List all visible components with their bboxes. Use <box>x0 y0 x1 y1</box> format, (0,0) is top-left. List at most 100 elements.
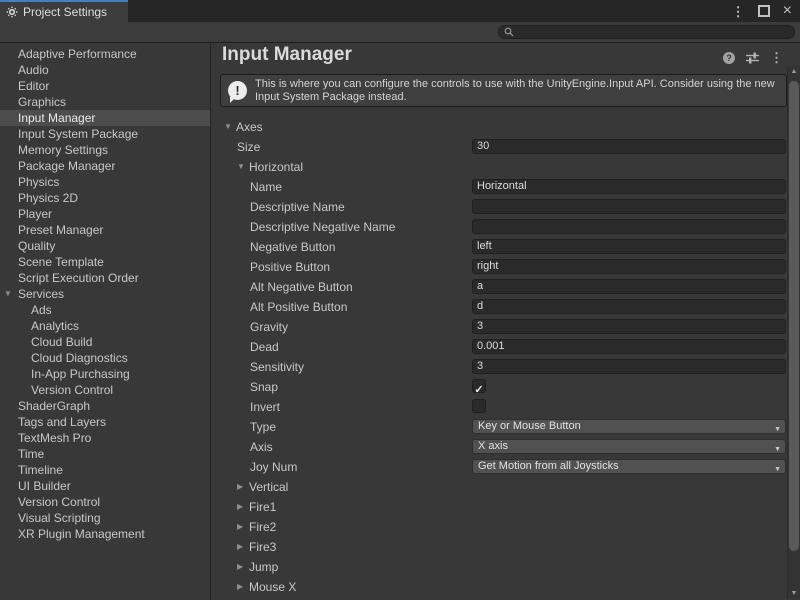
sidebar-item-tags-and-layers[interactable]: Tags and Layers <box>0 414 210 430</box>
settings-row-positive-button: Positive Buttonright <box>211 257 786 277</box>
sidebar-item-script-execution-order[interactable]: Script Execution Order <box>0 270 210 286</box>
sidebar-item-xr-plugin-management[interactable]: XR Plugin Management <box>0 526 210 542</box>
foldout-label[interactable]: Jump <box>249 560 278 574</box>
sidebar-item-label: TextMesh Pro <box>18 431 91 445</box>
foldout-triangle-icon[interactable]: ▶ <box>237 542 243 551</box>
foldout-label[interactable]: Mouse X <box>249 580 296 594</box>
settings-row-vertical: ▶ Vertical <box>211 477 786 497</box>
info-icon: ! <box>228 81 247 100</box>
sidebar-item-physics-2d[interactable]: Physics 2D <box>0 190 210 206</box>
foldout-triangle-icon[interactable]: ▼ <box>224 122 232 131</box>
size-field[interactable]: 30 <box>472 139 786 154</box>
positive-button-field[interactable]: right <box>472 259 786 274</box>
sidebar-item-label: Preset Manager <box>18 223 103 237</box>
property-label: Size <box>237 140 260 154</box>
sidebar-item-cloud-build[interactable]: Cloud Build <box>0 334 210 350</box>
dead-field[interactable]: 0.001 <box>472 339 786 354</box>
sidebar-item-ads[interactable]: Ads <box>0 302 210 318</box>
foldout-triangle-icon[interactable]: ▼ <box>237 162 245 171</box>
alt-negative-button-field[interactable]: a <box>472 279 786 294</box>
property-label: Alt Negative Button <box>250 280 353 294</box>
maximize-icon[interactable] <box>758 5 770 17</box>
sidebar-item-label: Version Control <box>31 383 113 397</box>
sidebar-item-player[interactable]: Player <box>0 206 210 222</box>
sidebar-item-label: UI Builder <box>18 479 71 493</box>
settings-row-fire3: ▶ Fire3 <box>211 537 786 557</box>
foldout-label[interactable]: Fire2 <box>249 520 276 534</box>
sidebar-item-time[interactable]: Time <box>0 446 210 462</box>
negative-button-field[interactable]: left <box>472 239 786 254</box>
sidebar-item-label: Physics 2D <box>18 191 78 205</box>
sensitivity-field[interactable]: 3 <box>472 359 786 374</box>
name-field[interactable]: Horizontal <box>472 179 786 194</box>
type-dropdown[interactable]: Key or Mouse Button▼ <box>472 419 786 434</box>
tab-title: Project Settings <box>23 5 107 19</box>
sidebar-item-physics[interactable]: Physics <box>0 174 210 190</box>
sidebar-item-label: Player <box>18 207 52 221</box>
foldout-triangle-icon[interactable]: ▶ <box>237 562 243 571</box>
sidebar-item-label: Script Execution Order <box>18 271 139 285</box>
scroll-down-icon[interactable]: ▼ <box>788 590 800 597</box>
settings-rows: ▼AxesSize30▼HorizontalNameHorizontalDesc… <box>211 117 786 597</box>
search-input[interactable] <box>498 25 795 39</box>
sidebar-item-version-control[interactable]: Version Control <box>0 382 210 398</box>
presets-icon[interactable] <box>746 52 759 64</box>
foldout-label[interactable]: Horizontal <box>249 160 303 174</box>
descriptive-negative-name-field[interactable] <box>472 219 786 234</box>
alt-positive-button-field[interactable]: d <box>472 299 786 314</box>
close-icon[interactable]: × <box>783 3 792 19</box>
foldout-triangle-icon[interactable]: ▶ <box>237 582 243 591</box>
property-label: Snap <box>250 380 278 394</box>
foldout-triangle-icon[interactable]: ▼ <box>4 286 12 302</box>
tab-project-settings[interactable]: Project Settings <box>0 0 128 22</box>
foldout-label[interactable]: Axes <box>236 120 263 134</box>
sidebar-item-services[interactable]: ▼Services <box>0 286 210 302</box>
descriptive-name-field[interactable] <box>472 199 786 214</box>
help-icon[interactable]: ? <box>723 52 735 64</box>
joy-num-dropdown[interactable]: Get Motion from all Joysticks▼ <box>472 459 786 474</box>
kebab-menu-icon[interactable]: ⋮ <box>770 51 783 64</box>
foldout-triangle-icon[interactable]: ▶ <box>237 482 243 491</box>
sidebar-item-memory-settings[interactable]: Memory Settings <box>0 142 210 158</box>
sidebar-item-label: Scene Template <box>18 255 104 269</box>
sidebar-item-audio[interactable]: Audio <box>0 62 210 78</box>
sidebar-item-preset-manager[interactable]: Preset Manager <box>0 222 210 238</box>
foldout-label[interactable]: Vertical <box>249 480 288 494</box>
sidebar-item-ui-builder[interactable]: UI Builder <box>0 478 210 494</box>
window-menu-icon[interactable]: ⋮ <box>732 5 745 18</box>
settings-row-descriptive-negative-name: Descriptive Negative Name <box>211 217 786 237</box>
sidebar-item-cloud-diagnostics[interactable]: Cloud Diagnostics <box>0 350 210 366</box>
sidebar-item-analytics[interactable]: Analytics <box>0 318 210 334</box>
sidebar-item-adaptive-performance[interactable]: Adaptive Performance <box>0 46 210 62</box>
foldout-triangle-icon[interactable]: ▶ <box>237 522 243 531</box>
snap-checkbox[interactable]: ✓ <box>472 379 486 393</box>
sidebar-item-package-manager[interactable]: Package Manager <box>0 158 210 174</box>
scroll-up-icon[interactable]: ▲ <box>788 68 800 75</box>
gravity-field[interactable]: 3 <box>472 319 786 334</box>
sidebar-item-scene-template[interactable]: Scene Template <box>0 254 210 270</box>
sidebar-item-editor[interactable]: Editor <box>0 78 210 94</box>
sidebar-item-textmesh-pro[interactable]: TextMesh Pro <box>0 430 210 446</box>
chevron-down-icon: ▼ <box>774 463 781 476</box>
sidebar-item-shadergraph[interactable]: ShaderGraph <box>0 398 210 414</box>
sidebar-item-in-app-purchasing[interactable]: In-App Purchasing <box>0 366 210 382</box>
sidebar-item-input-manager[interactable]: Input Manager <box>0 110 210 126</box>
sidebar-item-input-system-package[interactable]: Input System Package <box>0 126 210 142</box>
sidebar-item-graphics[interactable]: Graphics <box>0 94 210 110</box>
sidebar-item-version-control[interactable]: Version Control <box>0 494 210 510</box>
invert-checkbox[interactable] <box>472 399 486 413</box>
foldout-label[interactable]: Fire1 <box>249 500 276 514</box>
sidebar-item-quality[interactable]: Quality <box>0 238 210 254</box>
sidebar-item-timeline[interactable]: Timeline <box>0 462 210 478</box>
settings-row-descriptive-name: Descriptive Name <box>211 197 786 217</box>
foldout-triangle-icon[interactable]: ▶ <box>237 502 243 511</box>
sidebar-item-visual-scripting[interactable]: Visual Scripting <box>0 510 210 526</box>
axis-dropdown[interactable]: X axis▼ <box>472 439 786 454</box>
tab-bar: Project Settings ⋮ × <box>0 0 800 22</box>
vertical-scrollbar[interactable]: ▲ ▼ <box>787 66 800 599</box>
scrollbar-thumb[interactable] <box>789 81 799 551</box>
property-label: Sensitivity <box>250 360 304 374</box>
settings-row-snap: Snap ✓ <box>211 377 786 397</box>
foldout-label[interactable]: Fire3 <box>249 540 276 554</box>
page-title: Input Manager <box>222 44 352 66</box>
